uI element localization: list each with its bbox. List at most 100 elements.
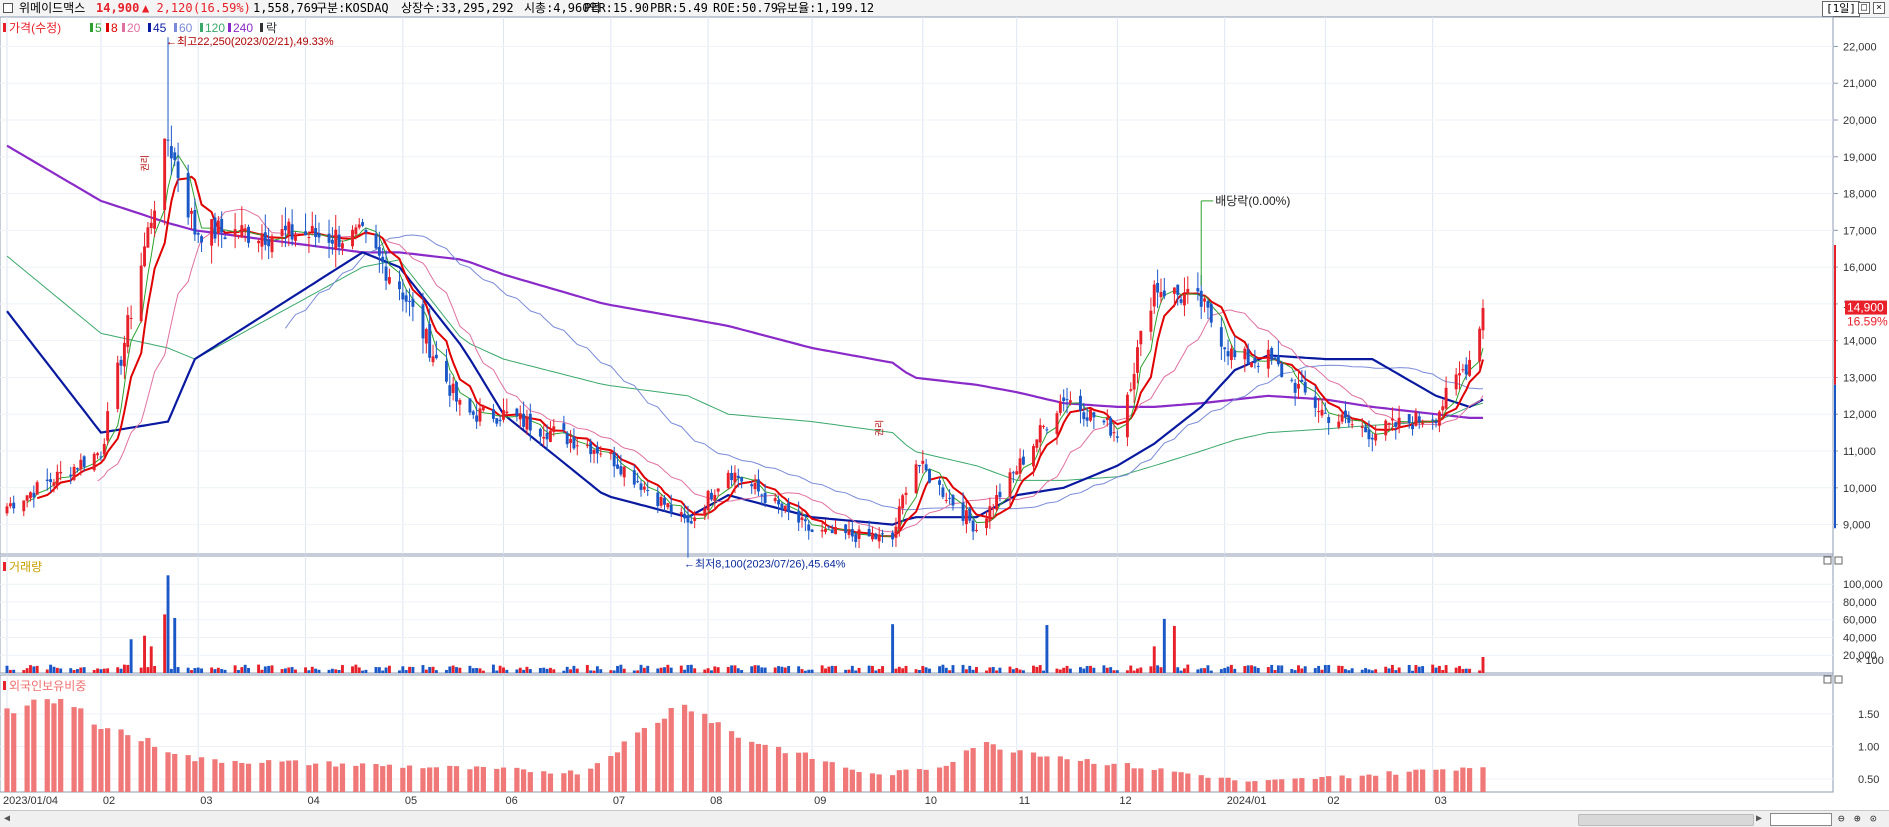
volume-bar — [773, 667, 777, 673]
volume-bar — [1270, 664, 1274, 673]
volume-bar — [1109, 667, 1113, 673]
legend-ma5[interactable]: 5 — [95, 21, 102, 35]
candle-body — [1186, 288, 1190, 293]
foreign-bar — [380, 766, 386, 792]
volume-bar — [96, 668, 100, 673]
foreign-bar — [702, 713, 708, 792]
candle-body — [1089, 409, 1092, 421]
legend-ma240[interactable]: 240 — [233, 21, 253, 35]
volume-bar — [1206, 665, 1210, 673]
volume-bar — [1390, 664, 1394, 673]
volume-panel-close-icon[interactable] — [1834, 556, 1843, 565]
volume-bar — [656, 668, 660, 673]
candle-body — [1149, 310, 1153, 332]
zoom-reset-icon[interactable]: ⊙ — [1870, 812, 1877, 825]
volume-bar — [548, 667, 552, 673]
volume-bar — [683, 669, 687, 673]
candle-body — [988, 506, 992, 522]
volume-bar — [173, 617, 177, 673]
foreign-panel-min-icon[interactable] — [1823, 675, 1832, 684]
volume-bar — [139, 667, 143, 673]
legend-event[interactable]: 락 — [266, 21, 277, 35]
volume-bar — [1199, 668, 1203, 673]
volume-bar — [1266, 667, 1270, 673]
volume-bar — [1179, 670, 1183, 673]
candle-body — [1105, 417, 1109, 421]
legend-ma60[interactable]: 60 — [179, 21, 193, 35]
volume-panel-min-icon[interactable] — [1823, 556, 1832, 565]
scroll-thumb[interactable] — [1578, 814, 1754, 826]
volume-panel-label[interactable]: 거래량 — [9, 560, 42, 574]
candle-body — [1018, 458, 1022, 474]
volume-bar — [897, 666, 901, 673]
candle-body — [636, 481, 640, 483]
foreign-bar — [809, 758, 815, 792]
volume-bar — [1297, 665, 1300, 673]
foreign-bar — [688, 711, 694, 792]
volume-bar — [1223, 668, 1227, 673]
candle-body — [642, 486, 646, 490]
scroll-right-icon[interactable]: ▶ — [1756, 813, 1762, 824]
foreign-bar — [44, 699, 50, 792]
foreign-bar — [339, 763, 346, 792]
volume-bar — [820, 665, 824, 673]
candle-body — [525, 416, 529, 430]
candle-body — [1092, 412, 1096, 418]
volume-bar — [834, 665, 838, 673]
candle-body — [1367, 429, 1371, 440]
volume-bar — [679, 665, 683, 673]
volume-bar — [736, 668, 740, 673]
volume-bar — [1011, 669, 1015, 673]
candle-body — [1156, 282, 1160, 293]
candle-body — [515, 408, 519, 416]
candle-body — [29, 492, 32, 499]
volume-bar — [434, 670, 438, 673]
candle-body — [659, 496, 663, 506]
volume-bar — [169, 668, 173, 673]
zoom-in-icon[interactable]: ⊕ — [1854, 812, 1861, 825]
volume-bar — [827, 666, 831, 673]
candle-body — [237, 234, 240, 236]
foreign-bar — [1339, 775, 1345, 792]
volume-bar — [75, 669, 79, 673]
legend-price[interactable]: 가격(수정) — [9, 21, 61, 35]
foreign-bar — [1480, 767, 1486, 792]
legend-ma8[interactable]: 8 — [111, 21, 118, 35]
scroll-left-icon[interactable]: ◀ — [4, 813, 10, 824]
price-tick-label: 18,000 — [1843, 189, 1877, 201]
foreign-panel-close-icon[interactable] — [1834, 675, 1843, 684]
horizontal-scrollbar[interactable]: ◀ ▶ ⊖ ⊕ ⊙ — [0, 810, 1889, 827]
volume-bar — [1159, 667, 1163, 673]
candle-body — [951, 495, 955, 506]
foreign-panel-label[interactable]: 외국인보유비중 — [9, 679, 86, 693]
zoom-out-icon[interactable]: ⊖ — [1838, 812, 1845, 825]
candle-body — [921, 460, 925, 464]
candle-body — [679, 512, 683, 515]
volume-bar — [491, 664, 495, 673]
candle-body — [565, 432, 569, 445]
candle-body — [1337, 421, 1341, 428]
candle-body — [1032, 446, 1035, 467]
candle-body — [424, 329, 428, 344]
volume-tick-label: 80,000 — [1843, 597, 1877, 609]
candle-body — [807, 524, 811, 531]
volume-bar — [106, 668, 110, 673]
volume-bar — [1313, 668, 1317, 673]
legend-ma20[interactable]: 20 — [127, 21, 141, 35]
candle-body — [854, 534, 858, 543]
volume-bar — [1136, 668, 1139, 673]
legend-ma45[interactable]: 45 — [153, 21, 167, 35]
candle-body — [173, 152, 177, 160]
foreign-bar — [822, 761, 829, 792]
candle-body — [1317, 411, 1321, 413]
candle-body — [404, 295, 408, 302]
legend-ma120[interactable]: 120 — [205, 21, 225, 35]
volume-bar — [518, 667, 522, 673]
volume-bar — [995, 670, 999, 673]
candle-body — [12, 502, 16, 509]
candle-body — [968, 508, 972, 521]
volume-bar — [1042, 670, 1046, 673]
zoom-slider[interactable] — [1770, 813, 1832, 826]
volume-bar — [458, 667, 462, 673]
volume-bar — [787, 665, 791, 673]
